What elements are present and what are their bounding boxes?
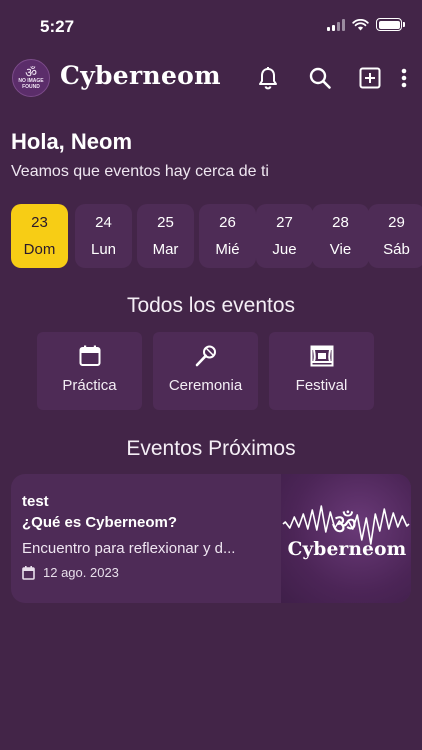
app-logo[interactable]: ॐ NO IMAGE FOUND xyxy=(12,59,50,97)
day-number: 25 xyxy=(157,214,174,231)
category-label: Ceremonia xyxy=(168,377,243,394)
more-options-button[interactable] xyxy=(396,64,412,92)
day-item[interactable]: 26 Mié xyxy=(199,204,256,268)
day-number: 26 xyxy=(219,214,236,231)
day-number: 29 xyxy=(388,214,405,231)
upcoming-events-heading: Eventos Próximos xyxy=(126,437,296,460)
day-name: Dom xyxy=(23,241,56,258)
calendar-icon xyxy=(79,345,100,366)
event-description: Encuentro para reflexionar y d... xyxy=(22,540,236,557)
event-date: 12 ago. 2023 xyxy=(43,565,119,580)
day-item[interactable]: 25 Mar xyxy=(137,204,194,268)
day-item[interactable]: 27 Jue xyxy=(256,204,313,268)
greeting-subtitle: Veamos que eventos hay cerca de ti xyxy=(11,163,269,180)
event-date-row: 12 ago. 2023 xyxy=(22,565,119,580)
notifications-button[interactable] xyxy=(254,64,282,92)
category-practica[interactable]: Práctica xyxy=(37,332,142,410)
day-name: Mié xyxy=(215,241,240,258)
all-events-heading: Todos los eventos xyxy=(126,294,296,317)
day-name: Vie xyxy=(329,241,352,258)
status-icons xyxy=(327,18,405,31)
greeting-title: Hola, Neom xyxy=(11,129,133,154)
day-name: Sáb xyxy=(383,241,410,258)
category-label: Práctica xyxy=(62,377,117,394)
wifi-icon xyxy=(352,18,369,30)
search-button[interactable] xyxy=(306,64,334,92)
category-label: Festival xyxy=(295,377,348,394)
category-ceremonia[interactable]: Ceremonia xyxy=(153,332,258,410)
cellular-signal-icon xyxy=(327,18,345,31)
event-title: test xyxy=(22,493,49,510)
event-image-title: Cyberneom xyxy=(287,539,407,560)
add-event-button[interactable] xyxy=(356,64,384,92)
app-bar: ॐ NO IMAGE FOUND Cyberneom xyxy=(0,52,422,104)
microphone-icon xyxy=(195,345,216,367)
day-item[interactable]: 28 Vie xyxy=(312,204,369,268)
category-festival[interactable]: Festival xyxy=(269,332,374,410)
day-number: 28 xyxy=(332,214,349,231)
bell-icon xyxy=(259,67,277,90)
day-item[interactable]: 29 Sáb xyxy=(368,204,422,268)
day-name: Mar xyxy=(152,241,179,258)
app-actions xyxy=(254,64,412,92)
search-icon xyxy=(309,67,331,89)
day-number: 27 xyxy=(276,214,293,231)
logo-text-line2: FOUND xyxy=(22,83,40,90)
battery-icon xyxy=(376,18,405,31)
more-vert-icon xyxy=(401,68,407,88)
day-name: Jue xyxy=(272,241,297,258)
event-card[interactable]: test ¿Qué es Cyberneom? Encuentro para r… xyxy=(11,474,411,603)
day-item[interactable]: 24 Lun xyxy=(75,204,132,268)
event-image: ॐ Cyberneom xyxy=(281,474,411,603)
day-number: 24 xyxy=(95,214,112,231)
stage-icon xyxy=(310,345,333,367)
day-name: Lun xyxy=(90,241,117,258)
app-title: Cyberneom xyxy=(60,61,221,90)
status-time: 5:27 xyxy=(40,17,75,36)
status-bar: 5:27 xyxy=(0,0,422,52)
category-list: Práctica Ceremonia Festival xyxy=(37,332,377,410)
day-selector: 23 Dom 24 Lun 25 Mar 26 Mié 27 Jue 28 Vi… xyxy=(11,204,422,268)
add-box-icon xyxy=(359,67,381,89)
om-symbol: ॐ xyxy=(331,508,357,541)
event-subtitle: ¿Qué es Cyberneom? xyxy=(22,514,178,531)
calendar-icon xyxy=(22,565,35,580)
day-number: 23 xyxy=(31,214,48,231)
day-item[interactable]: 23 Dom xyxy=(11,204,68,268)
